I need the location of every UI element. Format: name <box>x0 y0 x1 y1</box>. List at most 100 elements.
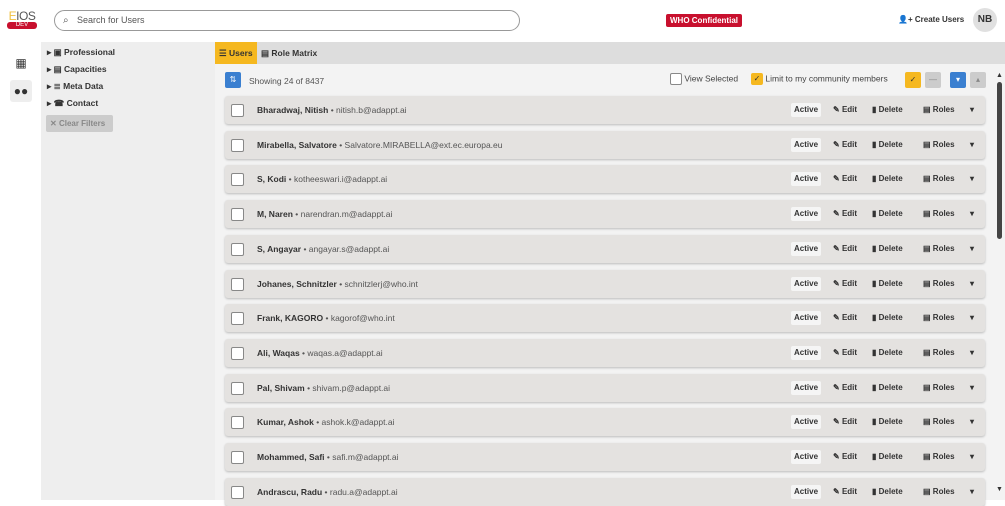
tab-role-matrix[interactable]: ▤ Role Matrix <box>257 42 321 64</box>
row-checkbox[interactable] <box>231 208 244 222</box>
expand-all-button[interactable]: ▾ <box>950 72 966 88</box>
roles-button[interactable]: ▤ Roles <box>923 346 955 360</box>
user-row[interactable]: Bharadwaj, Nitish • nitish.b@adappt.ai A… <box>225 96 985 124</box>
delete-button[interactable]: ▮ Delete <box>872 277 903 291</box>
row-checkbox[interactable] <box>231 451 244 464</box>
user-row[interactable]: Mirabella, Salvatore • Salvatore.MIRABEL… <box>225 130 985 159</box>
roles-button[interactable]: ▤ Roles <box>923 311 955 325</box>
edit-button[interactable]: ✎ Edit <box>833 450 857 464</box>
roles-button[interactable]: ▤ Roles <box>923 103 955 117</box>
edit-button[interactable]: ✎ Edit <box>833 103 857 117</box>
chevron-down-icon[interactable]: ▾ <box>970 242 974 256</box>
edit-button[interactable]: ✎ Edit <box>833 242 857 256</box>
roles-button[interactable]: ▤ Roles <box>923 450 955 464</box>
user-row[interactable]: Pal, Shivam • shivam.p@adappt.ai Active … <box>225 373 985 402</box>
building-icon[interactable]: ▦ <box>10 52 32 74</box>
edit-button[interactable]: ✎ Edit <box>833 415 857 429</box>
row-checkbox[interactable] <box>231 242 244 256</box>
chevron-down-icon[interactable]: ▾ <box>970 103 974 117</box>
edit-button[interactable]: ✎ Edit <box>833 138 857 152</box>
limit-community-checkbox[interactable]: ✓ <box>751 73 763 85</box>
chevron-down-icon[interactable]: ▾ <box>970 415 974 429</box>
filter-professional[interactable]: ▸ ▣ Professional <box>47 47 115 58</box>
chevron-down-icon[interactable]: ▾ <box>970 346 974 360</box>
row-checkbox[interactable] <box>231 381 244 395</box>
edit-button[interactable]: ✎ Edit <box>833 172 857 186</box>
chevron-down-icon[interactable]: ▾ <box>970 138 974 152</box>
delete-button[interactable]: ▮ Delete <box>872 381 903 395</box>
row-checkbox[interactable] <box>231 277 244 291</box>
create-users-button[interactable]: 👤+ Create Users <box>898 15 964 24</box>
view-selected-toggle[interactable]: View Selected <box>670 73 738 85</box>
row-checkbox[interactable] <box>231 312 244 326</box>
row-checkbox[interactable] <box>231 173 244 187</box>
edit-button[interactable]: ✎ Edit <box>833 277 857 291</box>
users-icon[interactable]: ●● <box>10 80 32 102</box>
user-row[interactable]: S, Angayar • angayar.s@adappt.ai Active … <box>225 234 985 263</box>
user-row[interactable]: Andrascu, Radu • radu.a@adappt.ai Active… <box>225 477 985 506</box>
delete-button[interactable]: ▮ Delete <box>872 138 903 152</box>
deselect-all-button[interactable]: — <box>925 72 941 88</box>
scrollbar[interactable] <box>997 82 1002 239</box>
delete-button[interactable]: ▮ Delete <box>872 207 903 221</box>
chevron-down-icon[interactable]: ▾ <box>970 381 974 395</box>
chevron-down-icon[interactable]: ▾ <box>970 311 974 325</box>
row-checkbox[interactable] <box>231 416 244 430</box>
edit-button[interactable]: ✎ Edit <box>833 311 857 325</box>
chevron-down-icon[interactable]: ▾ <box>970 485 974 499</box>
edit-button[interactable]: ✎ Edit <box>833 346 857 360</box>
delete-button[interactable]: ▮ Delete <box>872 415 903 429</box>
filter-capacities[interactable]: ▸ ▤ Capacities <box>47 64 107 75</box>
user-row[interactable]: Kumar, Ashok • ashok.k@adappt.ai Active … <box>225 408 985 437</box>
delete-button[interactable]: ▮ Delete <box>872 450 903 464</box>
select-all-button[interactable]: ✓ <box>905 72 921 88</box>
eios-logo[interactable]: EIOS DEV <box>7 9 37 29</box>
chevron-down-icon[interactable]: ▾ <box>970 207 974 221</box>
pencil-icon: ✎ <box>833 486 840 496</box>
user-row[interactable]: Johanes, Schnitzler • schnitzlerj@who.in… <box>225 269 985 298</box>
sort-button[interactable]: ⇅ <box>225 72 241 88</box>
roles-button[interactable]: ▤ Roles <box>923 415 955 429</box>
chevron-down-icon[interactable]: ▾ <box>970 172 974 186</box>
filter-meta-data[interactable]: ▸ ≣ Meta Data <box>47 81 103 92</box>
user-row[interactable]: Frank, KAGORO • kagorof@who.int Active ✎… <box>225 304 985 333</box>
user-row[interactable]: S, Kodi • kotheeswari.i@adappt.ai Active… <box>225 165 985 194</box>
search-input[interactable]: ⌕ Search for Users <box>54 10 520 31</box>
roles-label: Roles <box>932 209 955 219</box>
collapse-all-button[interactable]: ▴ <box>970 72 986 88</box>
roles-button[interactable]: ▤ Roles <box>923 381 955 395</box>
user-name: Andrascu, Radu <box>257 486 323 497</box>
user-row[interactable]: M, Naren • narendran.m@adappt.ai Active … <box>225 200 985 229</box>
roles-button[interactable]: ▤ Roles <box>923 207 955 221</box>
row-checkbox[interactable] <box>231 346 244 360</box>
edit-button[interactable]: ✎ Edit <box>833 485 857 499</box>
delete-button[interactable]: ▮ Delete <box>872 172 903 186</box>
delete-button[interactable]: ▮ Delete <box>872 346 903 360</box>
scroll-down-icon[interactable]: ▼ <box>996 486 1003 493</box>
delete-button[interactable]: ▮ Delete <box>872 103 903 117</box>
edit-button[interactable]: ✎ Edit <box>833 207 857 221</box>
avatar[interactable]: NB <box>973 8 997 32</box>
edit-button[interactable]: ✎ Edit <box>833 381 857 395</box>
chevron-down-icon[interactable]: ▾ <box>970 450 974 464</box>
row-checkbox[interactable] <box>231 138 244 152</box>
tab-users[interactable]: ☰ Users <box>215 42 257 64</box>
delete-button[interactable]: ▮ Delete <box>872 311 903 325</box>
roles-button[interactable]: ▤ Roles <box>923 277 955 291</box>
delete-button[interactable]: ▮ Delete <box>872 485 903 499</box>
clear-filters-button[interactable]: ✕ Clear Filters <box>46 115 113 132</box>
scroll-up-icon[interactable]: ▲ <box>996 72 1003 79</box>
delete-button[interactable]: ▮ Delete <box>872 242 903 256</box>
roles-button[interactable]: ▤ Roles <box>923 138 955 152</box>
user-row[interactable]: Mohammed, Safi • safi.m@adappt.ai Active… <box>225 443 985 471</box>
chevron-down-icon[interactable]: ▾ <box>970 277 974 291</box>
limit-community-toggle[interactable]: ✓ Limit to my community members <box>751 73 888 85</box>
row-checkbox[interactable] <box>231 104 244 117</box>
roles-button[interactable]: ▤ Roles <box>923 172 955 186</box>
filter-contact[interactable]: ▸ ☎ Contact <box>47 98 98 109</box>
user-row[interactable]: Ali, Waqas • waqas.a@adappt.ai Active ✎ … <box>225 338 985 367</box>
view-selected-checkbox[interactable] <box>670 73 682 85</box>
row-checkbox[interactable] <box>231 485 244 499</box>
roles-button[interactable]: ▤ Roles <box>923 242 955 256</box>
roles-button[interactable]: ▤ Roles <box>923 485 955 499</box>
